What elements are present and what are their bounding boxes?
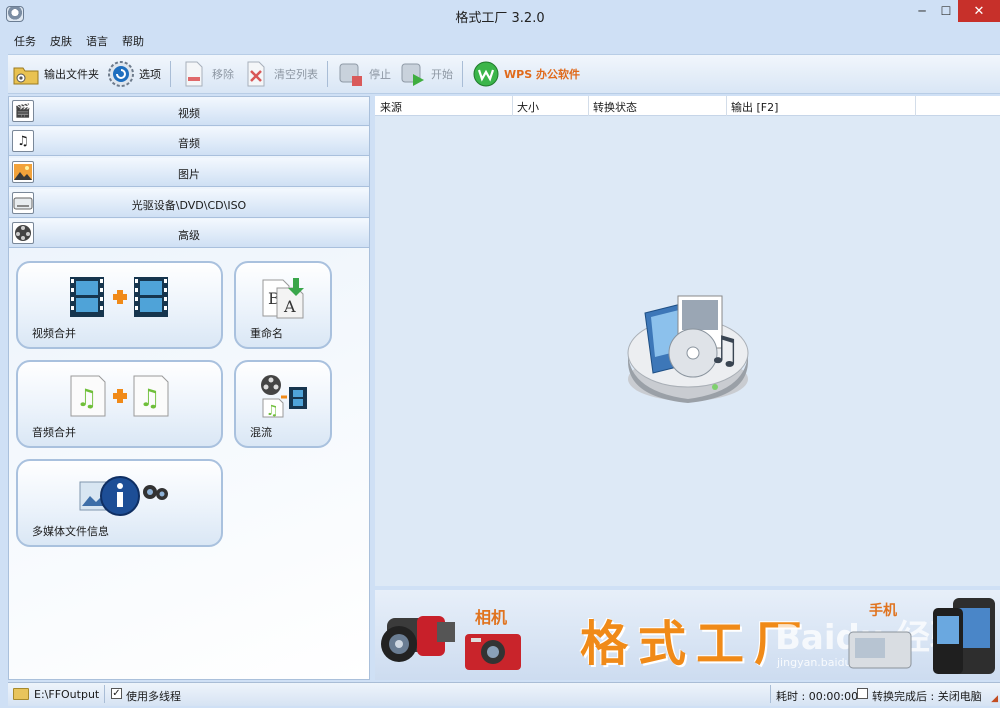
category-optical-drive[interactable]: 光驱设备\DVD\CD\ISO [9, 189, 369, 218]
window-title: 格式工厂 3.2.0 [455, 11, 545, 26]
stop-icon [337, 60, 365, 88]
column-divider[interactable] [726, 96, 727, 116]
status-bar: E:\FFOutput ✓ 使用多线程 耗时 : 00:00:00 转换完成后 … [8, 682, 1000, 706]
category-label: 高级 [178, 229, 200, 242]
category-label: 图片 [178, 168, 200, 181]
menu-language[interactable]: 语言 [80, 33, 114, 49]
category-advanced[interactable]: 高级 [9, 219, 369, 248]
after-done-label: 转换完成后 : 关闭电脑 [872, 690, 982, 703]
media-info-icon [18, 471, 221, 519]
media-info-tile[interactable]: 多媒体文件信息 [16, 459, 223, 547]
options-button[interactable]: 选项 [103, 57, 165, 91]
task-list[interactable]: 来源 大小 转换状态 输出 [F2] ♫ [375, 96, 1000, 586]
category-label: 音频 [178, 137, 200, 150]
table-header: 来源 大小 转换状态 输出 [F2] [375, 96, 1000, 116]
menu-skin[interactable]: 皮肤 [44, 33, 78, 49]
remove-label: 移除 [212, 68, 234, 81]
digital-camera-icon [465, 634, 521, 670]
category-video[interactable]: 🎬 视频 [9, 97, 369, 126]
category-label: 光驱设备\DVD\CD\ISO [131, 199, 247, 212]
mux-tile[interactable]: ♫ 混流 [234, 360, 332, 448]
gear-icon [107, 60, 135, 88]
folder-icon[interactable] [13, 688, 29, 700]
mux-icon: ♫ [236, 372, 330, 420]
toolbar-separator [170, 61, 171, 87]
toolbar: 输出文件夹 选项 移除 清空列表 停止 开始 WPS 办公软件 [8, 54, 1000, 94]
toolbar-separator [462, 61, 463, 87]
clear-x-icon [242, 60, 270, 88]
output-folder-label: 输出文件夹 [44, 68, 99, 81]
start-button[interactable]: 开始 [395, 57, 457, 91]
start-label: 开始 [431, 68, 453, 81]
wps-logo-icon [472, 60, 500, 88]
phone-label: 手机 [869, 603, 897, 619]
stop-label: 停止 [369, 68, 391, 81]
output-folder-button[interactable]: 输出文件夹 [8, 57, 103, 91]
media-info-label: 多媒体文件信息 [32, 525, 109, 538]
mobile-phone-icon [933, 598, 995, 674]
rename-tile[interactable]: B A 重命名 [234, 261, 332, 349]
camera-label: 相机 [475, 608, 508, 627]
mux-label: 混流 [250, 426, 272, 439]
output-path[interactable]: E:\FFOutput [34, 688, 99, 701]
resize-grip[interactable]: ◢ [991, 694, 998, 704]
column-divider[interactable] [588, 96, 589, 116]
category-label: 视频 [178, 107, 200, 120]
audio-merge-label: 音频合并 [32, 426, 76, 439]
audio-merge-icon: ♫ ♫ [18, 372, 221, 420]
stop-button[interactable]: 停止 [333, 57, 395, 91]
format-factory-logo: ♫ [627, 295, 749, 403]
video-merge-tile[interactable]: 视频合并 [16, 261, 223, 349]
after-done-checkbox[interactable] [857, 688, 868, 699]
svg-text:♫: ♫ [76, 384, 98, 412]
ad-banner[interactable]: 相机 格式工厂 Baidu 经验 jingyan.baidu.com 手机 [375, 590, 1000, 680]
options-label: 选项 [139, 68, 161, 81]
status-divider [770, 685, 771, 703]
category-image[interactable]: 图片 [9, 158, 369, 187]
play-icon [399, 60, 427, 88]
clear-list-button[interactable]: 清空列表 [238, 57, 322, 91]
menu-help[interactable]: 帮助 [116, 33, 150, 49]
title-bar: 格式工厂 3.2.0 ─ ☐ ✕ [0, 0, 1000, 30]
wps-office-button[interactable]: WPS 办公软件 [468, 57, 584, 91]
category-audio[interactable]: ♫ 音频 [9, 127, 369, 156]
handheld-device-icon [848, 631, 912, 669]
menu-bar: 任务 皮肤 语言 帮助 [8, 30, 1000, 52]
svg-text:♫: ♫ [707, 328, 741, 372]
video-merge-label: 视频合并 [32, 327, 76, 340]
elapsed-time: 耗时 : 00:00:00 [776, 690, 859, 703]
clear-list-label: 清空列表 [274, 68, 318, 81]
status-divider [104, 685, 105, 703]
wps-label: WPS 办公软件 [504, 68, 580, 81]
rename-icon: B A [236, 273, 330, 321]
function-panel: 🎬 视频 ♫ 音频 图片 光驱设备\DVD\CD\ISO 高级 视频合并 B A… [8, 96, 370, 680]
rename-label: 重命名 [250, 327, 283, 340]
video-camera-icon [381, 616, 455, 662]
folder-icon [12, 60, 40, 88]
toolbar-separator [327, 61, 328, 87]
column-divider[interactable] [915, 96, 916, 116]
multithread-checkbox[interactable]: ✓ [111, 688, 122, 699]
minimize-button[interactable]: ─ [912, 0, 932, 22]
svg-text:♫: ♫ [139, 384, 161, 412]
multithread-label: 使用多线程 [126, 690, 181, 703]
svg-text:A: A [283, 297, 296, 316]
audio-merge-tile[interactable]: ♫ ♫ 音频合并 [16, 360, 223, 448]
video-merge-icon [18, 273, 221, 321]
column-status[interactable]: 转换状态 [593, 99, 637, 115]
remove-button[interactable]: 移除 [176, 57, 238, 91]
svg-text:♫: ♫ [266, 403, 279, 419]
column-source[interactable]: 来源 [380, 99, 402, 115]
remove-doc-icon [180, 60, 208, 88]
column-output[interactable]: 输出 [F2] [731, 99, 778, 115]
close-button[interactable]: ✕ [958, 0, 1000, 22]
column-size[interactable]: 大小 [517, 99, 539, 115]
column-divider[interactable] [512, 96, 513, 116]
maximize-button[interactable]: ☐ [936, 0, 956, 22]
menu-task[interactable]: 任务 [8, 33, 42, 49]
